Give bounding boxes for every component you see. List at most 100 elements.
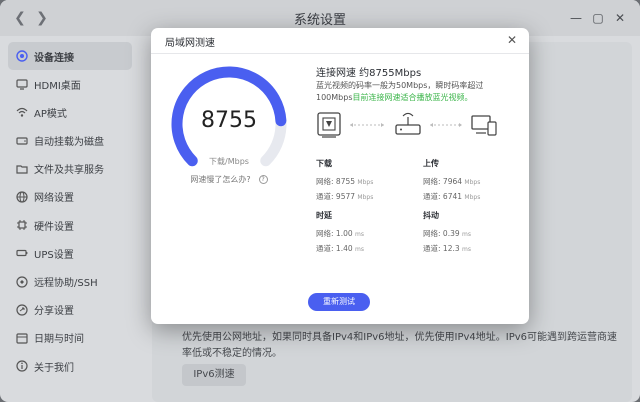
gauge-unit: 下载/Mbps [209,157,249,166]
sidebar-item-label: 网络设置 [34,193,74,205]
stat-row: 网络: 8755 Mbps [316,175,416,190]
stat-value: 9577 [335,192,356,201]
stat-label: 网络: [316,229,334,238]
close-icon[interactable]: ✕ [505,33,519,47]
sidebar-item-device-connection[interactable]: 设备连接 [8,42,132,70]
stat-row: 通道: 12.3 ms [423,242,523,257]
client-devices-icon [471,115,497,136]
dialog-title: 局域网测速 [165,38,215,49]
jitter-stat: 抖动 网络: 0.39 ms 通道: 12.3 ms [423,210,523,257]
calendar-icon [16,332,28,344]
sidebar-item-datetime[interactable]: 日期与时间 [8,324,132,352]
ipv6-test-button[interactable]: IPv6测速 [182,364,246,386]
stat-label: 通道: [316,244,334,253]
retest-button[interactable]: 重新测试 [308,293,370,311]
stat-value: 12.3 [442,244,460,253]
sidebar-item-label: 设备连接 [34,52,74,64]
upload-stat: 上传 网络: 7964 Mbps 通道: 6741 Mbps [423,158,523,205]
chip-icon [16,219,28,231]
stat-row: 网络: 1.00 ms [316,227,416,242]
stat-row: 网络: 0.39 ms [423,227,523,242]
wifi-icon [16,106,28,118]
stat-value: 8755 [335,177,356,186]
stat-value: 1.00 [335,229,353,238]
latency-stat: 时延 网络: 1.00 ms 通道: 1.40 ms [316,210,416,257]
sidebar-item-file-sharing[interactable]: 文件及共享服务 [8,155,132,183]
stat-label: 网络: [316,177,334,186]
stat-unit: ms [462,231,471,238]
nas-device-icon [317,112,341,138]
monitor-icon [16,78,28,90]
sidebar-item-label: 自动挂载为磁盘 [34,137,104,149]
help-icon[interactable]: ? [258,175,268,184]
router-icon [395,112,421,135]
remote-icon [16,275,28,288]
stat-value: 0.39 [442,229,460,238]
download-stat: 下载 网络: 8755 Mbps 通道: 9577 Mbps [316,158,416,205]
globe-icon [16,191,28,203]
stat-label: 网络: [423,177,441,186]
stat-row: 网络: 7964 Mbps [423,175,523,190]
stat-label: 网络: [423,229,441,238]
dialog-header: 局域网测速 ✕ [151,28,529,54]
sidebar-item-ap-mode[interactable]: AP模式 [8,98,132,126]
stat-row: 通道: 1.40 ms [316,242,416,257]
sidebar-item-label: 硬件设置 [34,221,74,233]
stat-value: 1.40 [335,244,353,253]
sidebar-item-label: AP模式 [34,108,67,120]
stat-title: 下载 [316,159,332,168]
stat-title: 抖动 [423,211,439,220]
device-icon [16,50,28,62]
sidebar-item-remote-ssh[interactable]: 远程协助/SSH [8,268,132,296]
disk-icon [16,135,28,147]
network-topology [317,112,497,138]
close-window-icon[interactable]: ✕ [610,8,630,28]
sidebar-item-about[interactable]: 关于我们 [8,352,132,380]
sidebar-item-hdmi[interactable]: HDMI桌面 [8,70,132,98]
stat-unit: Mbps [357,194,374,201]
gauge-value: 8755 [201,108,257,133]
stat-unit: ms [462,246,471,253]
ipv6-description: 优先使用公网地址，如果同时具备IPv4和IPv6地址，优先使用IPv4地址。IP… [182,332,618,359]
lan-speed-test-dialog: 局域网测速 ✕ 8755 下载/Mbps 网速慢了怎么办?? 连接网速 约875… [151,28,529,324]
connection-speed-title: 连接网速 约8755Mbps [316,68,422,79]
maximize-icon[interactable]: ▢ [588,8,608,28]
window-title: 系统设置 [293,13,346,28]
battery-icon [16,247,28,259]
stat-value: 7964 [442,177,463,186]
stat-label: 通道: [423,192,441,201]
sidebar-item-ups[interactable]: UPS设置 [8,239,132,267]
sidebar-item-label: 日期与时间 [34,334,84,346]
slow-network-help[interactable]: 网速慢了怎么办?? [165,174,293,185]
stat-label: 通道: [316,192,334,201]
sidebar: 设备连接 HDMI桌面 AP模式 自动挂载为磁盘 文件及共享服务 网络设置 硬件… [8,42,132,380]
sidebar-item-network[interactable]: 网络设置 [8,183,132,211]
sidebar-item-share[interactable]: 分享设置 [8,296,132,324]
stat-unit: Mbps [357,179,374,186]
connection-description: 蓝光视频的码率一般为50Mbps，瞬时码率超过100Mbps目前连接网速适合播放… [316,80,516,104]
stat-value: 6741 [442,192,463,201]
minimize-icon[interactable]: — [566,8,586,28]
sidebar-item-label: 分享设置 [34,306,74,318]
sidebar-item-label: 关于我们 [34,362,74,374]
share-icon [16,304,28,316]
sidebar-item-label: 文件及共享服务 [34,165,104,177]
sidebar-item-label: UPS设置 [34,249,74,261]
connection-ok-text: 目前连接网速适合播放蓝光视频。 [352,93,473,102]
info-icon [16,360,28,372]
stat-title: 上传 [423,159,439,168]
slow-network-help-label: 网速慢了怎么办? [190,175,251,184]
stat-unit: Mbps [464,179,481,186]
stat-title: 时延 [316,211,332,220]
sidebar-item-label: 远程协助/SSH [34,278,98,289]
stat-unit: Mbps [464,194,481,201]
stat-unit: ms [355,246,364,253]
sidebar-item-hardware[interactable]: 硬件设置 [8,211,132,239]
folder-icon [16,163,28,175]
stat-label: 通道: [423,244,441,253]
stat-row: 通道: 6741 Mbps [423,190,523,205]
stat-row: 通道: 9577 Mbps [316,190,416,205]
stat-unit: ms [355,231,364,238]
sidebar-item-label: HDMI桌面 [34,80,81,92]
sidebar-item-auto-mount[interactable]: 自动挂载为磁盘 [8,127,132,155]
